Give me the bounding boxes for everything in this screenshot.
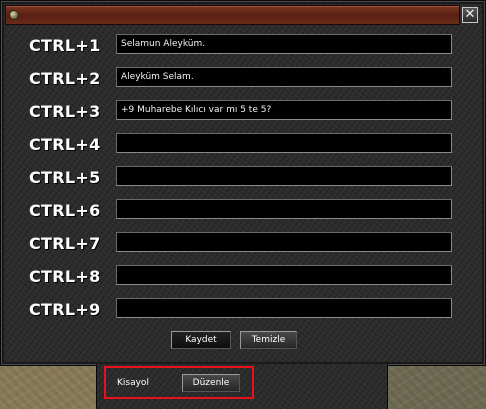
shortcut-row-3: CTRL+3 +9 Muharebe Kılıcı var mı 5 te 5? <box>0 100 484 124</box>
shortcut-input-4[interactable] <box>116 133 452 153</box>
shortcut-row-2: CTRL+2 Aleyküm Selam. <box>0 67 484 91</box>
shortcut-key-label: CTRL+7 <box>29 234 101 253</box>
shortcut-panel-label: Kisayol <box>117 378 149 388</box>
shortcut-row-9: CTRL+9 <box>0 298 484 322</box>
shortcut-key-label: CTRL+8 <box>29 267 101 286</box>
shortcut-row-7: CTRL+7 <box>0 232 484 256</box>
shortcut-input-6[interactable] <box>116 199 452 219</box>
shortcut-key-label: CTRL+6 <box>29 201 101 220</box>
shortcut-key-label: CTRL+2 <box>29 69 101 88</box>
shortcut-key-label: CTRL+1 <box>29 36 101 55</box>
window-gem-icon <box>9 10 19 20</box>
shortcut-input-1[interactable]: Selamun Aleyküm. <box>116 34 452 54</box>
shortcut-key-label: CTRL+3 <box>29 102 101 121</box>
close-button[interactable]: ✕ <box>462 7 478 23</box>
shortcut-input-8[interactable] <box>116 265 452 285</box>
shortcut-input-2[interactable]: Aleyküm Selam. <box>116 67 452 87</box>
shortcut-input-9[interactable] <box>116 298 452 318</box>
title-bar[interactable] <box>5 5 460 25</box>
shortcut-key-label: CTRL+9 <box>29 300 101 319</box>
shortcut-input-5[interactable] <box>116 166 452 186</box>
edit-button[interactable]: Düzenle <box>182 374 240 392</box>
shortcut-row-6: CTRL+6 <box>0 199 484 223</box>
clear-button[interactable]: Temizle <box>240 331 297 349</box>
shortcut-row-1: CTRL+1 Selamun Aleyküm. <box>0 34 484 58</box>
shortcut-row-4: CTRL+4 <box>0 133 484 157</box>
save-button[interactable]: Kaydet <box>171 331 231 349</box>
shortcut-input-7[interactable] <box>116 232 452 252</box>
shortcut-input-3[interactable]: +9 Muharebe Kılıcı var mı 5 te 5? <box>116 100 452 120</box>
shortcut-key-label: CTRL+5 <box>29 168 101 187</box>
shortcut-key-label: CTRL+4 <box>29 135 101 154</box>
shortcut-row-8: CTRL+8 <box>0 265 484 289</box>
shortcut-row-5: CTRL+5 <box>0 166 484 190</box>
